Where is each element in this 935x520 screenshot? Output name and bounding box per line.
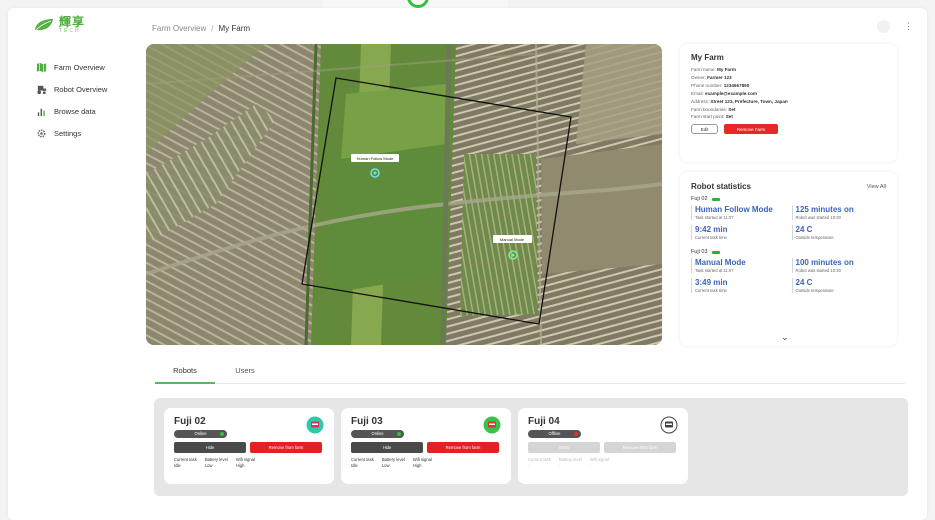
chevron-down-icon[interactable]: ⌄ xyxy=(781,332,789,343)
robot-cards-panel: Fuji 02 Online Hide Remove from farm Cur… xyxy=(154,398,908,496)
robot-card[interactable]: Fuji 02 Online Hide Remove from farm Cur… xyxy=(164,408,334,484)
sidebar-item-browse-data[interactable]: Browse data xyxy=(36,100,107,122)
stat-temperature: 24 C Outside temperature xyxy=(791,278,887,293)
hide-button[interactable]: Hide xyxy=(174,442,246,453)
sidebar-item-label: Settings xyxy=(54,128,82,138)
battery-level: Battery level Low xyxy=(381,457,405,468)
breadcrumb-current: My Farm xyxy=(218,24,251,33)
stat-uptime: 125 minutes on Robot was started 10:30 xyxy=(791,205,887,220)
remove-farm-button[interactable]: Remove Farm xyxy=(724,124,778,135)
stat-temperature: 24 C Outside temperature xyxy=(791,225,887,240)
status-badge: Online xyxy=(351,430,404,438)
remove-from-farm-button[interactable]: Remove from farm xyxy=(250,442,322,453)
robot-card[interactable]: Fuji 04 Offline Show Remove from farm Cu… xyxy=(518,408,688,484)
status-ring-icon xyxy=(407,0,429,8)
stat-mode: Manual Mode Task started at 11:07 xyxy=(691,258,786,273)
remove-from-farm-button[interactable]: Remove from farm xyxy=(427,442,499,453)
breadcrumb-parent[interactable]: Farm Overview xyxy=(152,24,206,33)
status-badge: Offline xyxy=(528,430,581,438)
stat-mode: Human Follow Mode Task started at 11:07 xyxy=(691,205,786,220)
sidebar-item-robot-overview[interactable]: Robot Overview xyxy=(36,78,107,100)
robot-icon xyxy=(660,416,678,434)
show-button[interactable]: Show xyxy=(528,442,600,453)
sidebar-item-label: Browse data xyxy=(54,106,96,116)
marker-label: Human Follow Mode xyxy=(357,156,394,161)
farm-title: My Farm xyxy=(691,53,724,62)
stats-title: Robot statistics xyxy=(691,182,752,191)
brand-logo[interactable]: 輝享 TECH xyxy=(34,16,85,34)
stat-task-time: 3:49 min Current task time xyxy=(691,278,786,293)
sidebar-nav: Farm Overview Robot Overview Browse data… xyxy=(36,56,107,144)
farm-address-line: Address: Street 123, Prefecture, Town, J… xyxy=(691,98,788,104)
robot-icon xyxy=(306,416,324,434)
battery-level: Battery level - xyxy=(558,457,582,468)
stats-robot-name: Fuji 02 xyxy=(691,196,886,202)
farm-info-card: My Farm Farm name: My Farm Owner: Farmer… xyxy=(680,44,897,162)
status-badge: Online xyxy=(174,430,227,438)
view-all-link[interactable]: View All xyxy=(867,184,886,190)
robot-name: Fuji 04 xyxy=(528,416,560,427)
sidebar-item-farm-overview[interactable]: Farm Overview xyxy=(36,56,107,78)
farm-boundaries-line: Farm boundaries: Set xyxy=(691,106,736,112)
gear-icon xyxy=(37,129,46,137)
farm-phone-line: Phone number: 1234567890 xyxy=(691,82,750,88)
hide-button[interactable]: Hide xyxy=(351,442,423,453)
stat-task-time: 9:42 min Current task time xyxy=(691,225,786,240)
wifi-signal: Wifi signal - xyxy=(589,457,609,468)
bar-chart-icon xyxy=(37,108,45,116)
avatar[interactable] xyxy=(877,20,890,33)
farm-owner-line: Owner: Farmer 123 xyxy=(691,74,732,80)
remove-from-farm-button[interactable]: Remove from farm xyxy=(604,442,676,453)
farm-start-point-line: Farm start point: Set xyxy=(691,114,733,120)
robot-name: Fuji 03 xyxy=(351,416,383,427)
wifi-signal: Wifi signal High xyxy=(412,457,432,468)
current-task: Current task - xyxy=(528,457,551,468)
current-task: Current task Idle xyxy=(174,457,197,468)
edit-farm-button[interactable]: Edit xyxy=(691,124,718,135)
map-icon xyxy=(36,62,47,72)
farm-name-line: Farm name: My Farm xyxy=(691,67,736,72)
tab-users[interactable]: Users xyxy=(215,366,275,384)
wifi-signal: Wifi signal High xyxy=(235,457,255,468)
robot-statistics-card: Robot statistics View All Fuji 02 Human … xyxy=(680,172,897,346)
header-actions: ⋮ xyxy=(877,20,913,33)
farm-email-line: Email: example@example.com xyxy=(691,90,758,96)
farm-map[interactable]: Human Follow Mode Manual Mode xyxy=(146,44,662,345)
marker-label: Manual Mode xyxy=(500,237,525,242)
battery-level: Battery level Low xyxy=(204,457,228,468)
stat-uptime: 100 minutes on Robot was started 10:30 xyxy=(791,258,887,273)
robot-name: Fuji 02 xyxy=(174,416,206,427)
current-task: Current task Idle xyxy=(351,457,374,468)
breadcrumb: Farm Overview / My Farm xyxy=(152,24,250,33)
leaf-icon xyxy=(35,19,53,31)
tractor-icon xyxy=(37,85,47,94)
more-vertical-icon[interactable]: ⋮ xyxy=(904,21,913,32)
robot-icon xyxy=(483,416,501,434)
breadcrumb-separator: / xyxy=(211,24,214,33)
browser-tab-indicator xyxy=(322,0,508,8)
battery-icon xyxy=(711,197,720,201)
battery-icon xyxy=(711,250,720,254)
satellite-image: Human Follow Mode Manual Mode xyxy=(146,44,662,345)
sidebar-item-label: Farm Overview xyxy=(54,62,105,72)
robot-card[interactable]: Fuji 03 Online Hide Remove from farm Cur… xyxy=(341,408,511,484)
sidebar-item-settings[interactable]: Settings xyxy=(36,122,107,144)
tab-bar: Robots Users xyxy=(155,366,275,384)
sidebar-item-label: Robot Overview xyxy=(54,84,108,94)
brand-name-cn: 輝享 xyxy=(59,15,86,29)
brand-name-en: TECH xyxy=(59,28,81,34)
stats-robot-name: Fuji 03 xyxy=(691,249,886,255)
tab-robots[interactable]: Robots xyxy=(155,366,215,384)
